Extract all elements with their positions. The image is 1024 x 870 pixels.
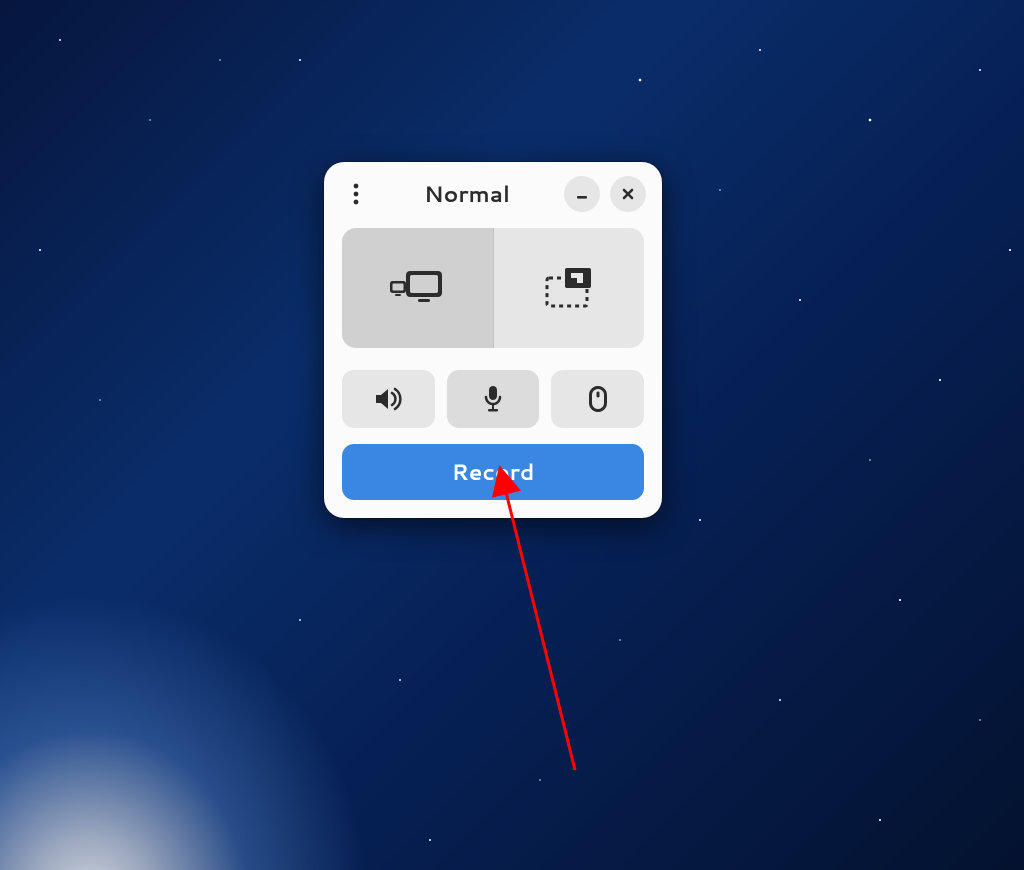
window-controls bbox=[564, 176, 646, 212]
recorder-window: Normal bbox=[324, 162, 662, 518]
speaker-toggle[interactable] bbox=[342, 370, 435, 428]
desktop-background: Normal bbox=[0, 0, 1024, 870]
speaker-icon bbox=[374, 386, 402, 412]
close-icon bbox=[621, 187, 635, 201]
cursor-toggle[interactable] bbox=[551, 370, 644, 428]
selection-icon bbox=[543, 266, 595, 310]
mouse-icon bbox=[589, 386, 607, 412]
window-content: Record bbox=[324, 224, 662, 500]
screen-icon bbox=[388, 267, 446, 309]
capture-screen-button[interactable] bbox=[342, 228, 493, 348]
microphone-toggle[interactable] bbox=[447, 370, 540, 428]
close-button[interactable] bbox=[610, 176, 646, 212]
record-button[interactable]: Record bbox=[342, 444, 644, 500]
kebab-menu-icon bbox=[353, 183, 359, 205]
capture-selection-button[interactable] bbox=[494, 228, 645, 348]
record-button-label: Record bbox=[452, 457, 535, 488]
minimize-button[interactable] bbox=[564, 176, 600, 212]
microphone-icon bbox=[483, 385, 503, 413]
menu-button[interactable] bbox=[342, 180, 370, 208]
options-row bbox=[342, 370, 644, 428]
window-title: Normal bbox=[370, 179, 564, 210]
minimize-icon bbox=[575, 187, 589, 201]
capture-mode-selector bbox=[342, 228, 644, 348]
titlebar: Normal bbox=[324, 162, 662, 224]
